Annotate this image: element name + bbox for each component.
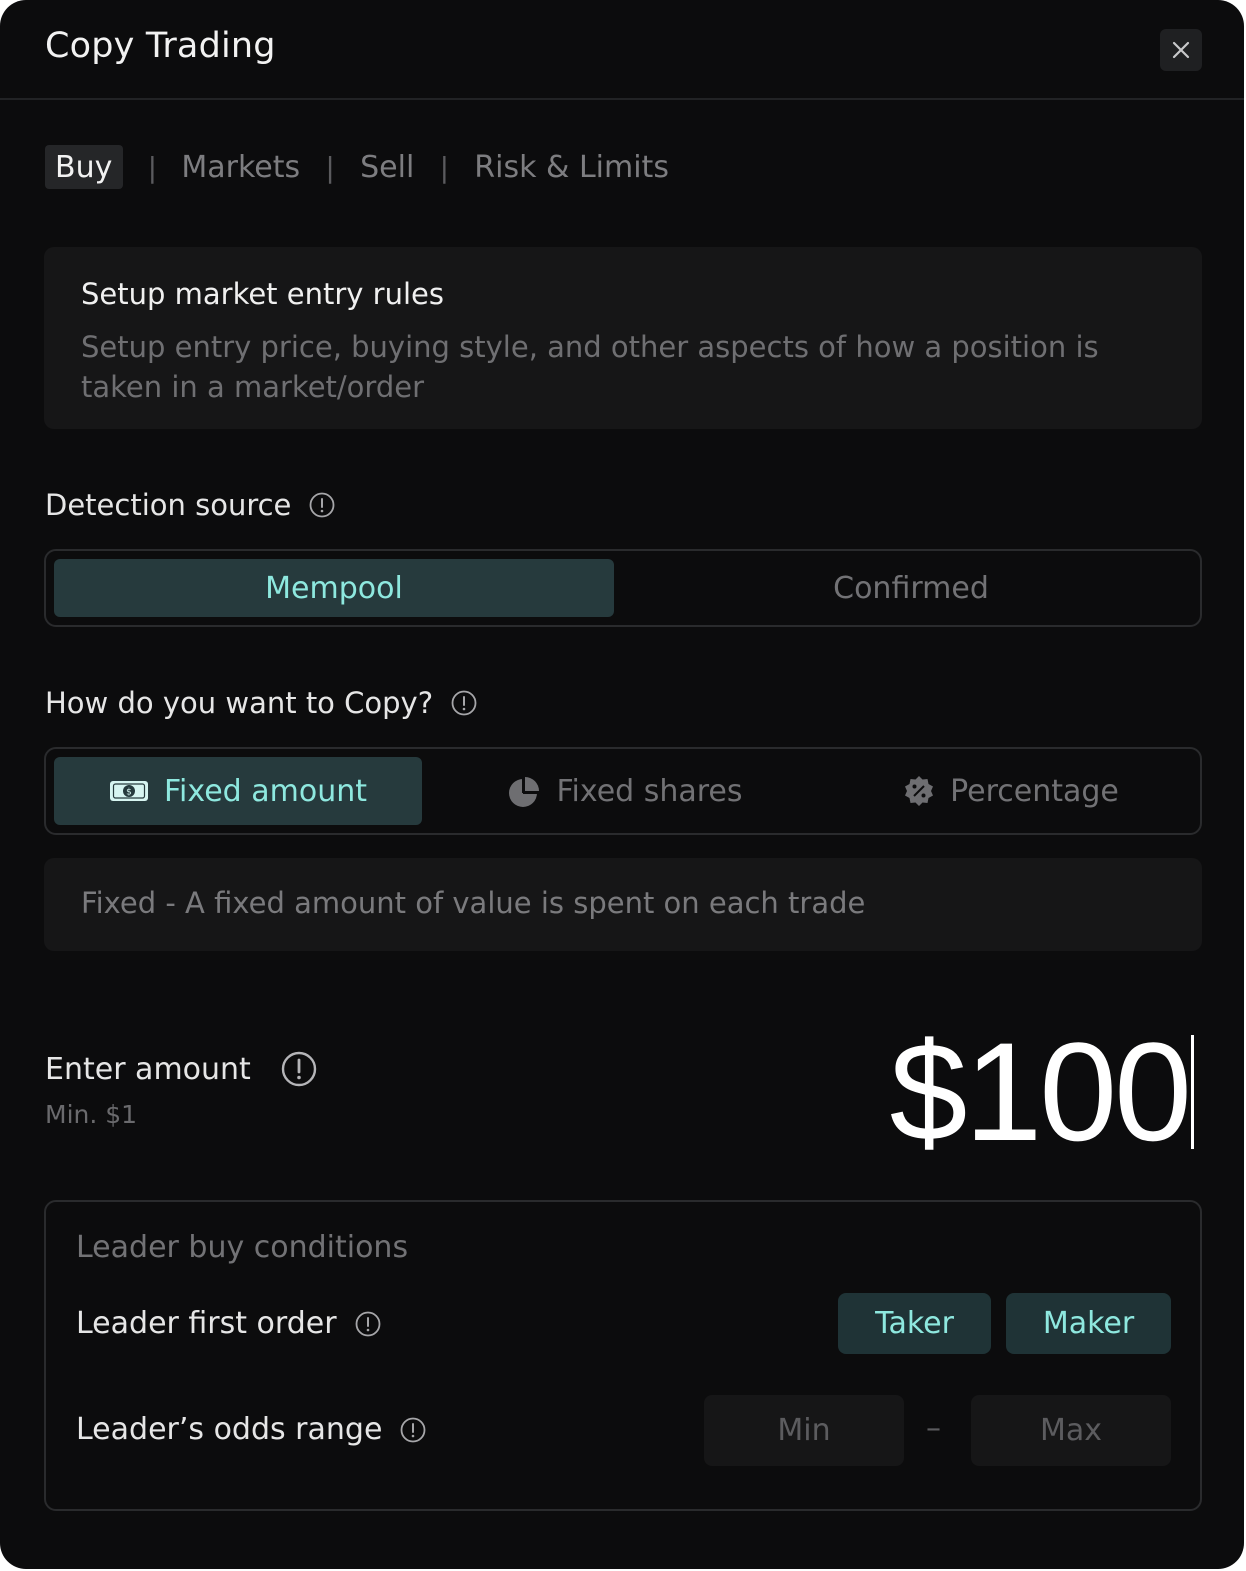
conditions-title: Leader buy conditions	[76, 1230, 409, 1265]
odds-max-input[interactable]: Max	[971, 1395, 1171, 1466]
mempool-option[interactable]: Mempool	[54, 559, 614, 617]
tab-risk-limits[interactable]: Risk & Limits	[474, 145, 669, 189]
confirmed-option[interactable]: Confirmed	[626, 559, 1196, 617]
tab-bar: Buy | Markets | Sell | Risk & Limits	[45, 145, 669, 189]
fixed-amount-option[interactable]: $ Fixed amount	[54, 757, 422, 825]
info-icon[interactable]	[281, 1051, 317, 1087]
tab-markets[interactable]: Markets	[181, 145, 300, 189]
info-icon[interactable]	[309, 492, 335, 518]
taker-button[interactable]: Taker	[838, 1293, 991, 1354]
leader-buy-conditions: Leader buy conditions Leader first order…	[44, 1200, 1202, 1511]
odds-min-input[interactable]: Min	[704, 1395, 904, 1466]
amount-input[interactable]: $100	[890, 1012, 1194, 1172]
pie-chart-icon	[509, 775, 541, 807]
text-caret	[1191, 1035, 1194, 1149]
percentage-option[interactable]: Percentage	[826, 757, 1196, 825]
percentage-label: Percentage	[950, 773, 1119, 809]
copy-mode-label-row: How do you want to Copy?	[45, 686, 477, 720]
detection-source-label: Detection source	[45, 488, 292, 522]
tab-separator: |	[325, 150, 335, 184]
copy-mode-hint-text: Fixed - A fixed amount of value is spent…	[81, 886, 866, 920]
info-card-title: Setup market entry rules	[81, 277, 444, 311]
close-button[interactable]	[1160, 29, 1202, 71]
cash-icon: $	[109, 779, 149, 803]
detection-source-toggle: Mempool Confirmed	[44, 549, 1202, 627]
tab-separator: |	[439, 150, 450, 184]
tab-separator: |	[147, 150, 158, 184]
detection-source-label-row: Detection source	[45, 488, 335, 522]
info-icon[interactable]	[451, 690, 477, 716]
fixed-shares-option[interactable]: Fixed shares	[436, 757, 816, 825]
amount-label-row: Enter amount	[45, 1051, 317, 1087]
amount-min-hint: Min. $1	[45, 1100, 138, 1129]
fixed-shares-label: Fixed shares	[556, 773, 743, 809]
info-icon[interactable]	[355, 1311, 381, 1337]
leader-odds-range-label: Leader’s odds range	[76, 1412, 383, 1447]
modal-header: Copy Trading	[0, 0, 1244, 100]
close-icon	[1171, 40, 1191, 60]
svg-text:$: $	[126, 788, 132, 798]
range-separator: –	[926, 1411, 941, 1446]
amount-label: Enter amount	[45, 1051, 251, 1087]
info-card-description: Setup entry price, buying style, and oth…	[81, 330, 1099, 404]
tab-sell[interactable]: Sell	[360, 145, 414, 189]
copy-mode-toggle: $ Fixed amount Fixed shares Percentage	[44, 747, 1202, 835]
tab-buy[interactable]: Buy	[45, 145, 124, 189]
copy-mode-label: How do you want to Copy?	[45, 686, 434, 720]
percent-badge-icon	[903, 775, 935, 807]
leader-first-order-row: Leader first order	[76, 1306, 381, 1341]
info-icon[interactable]	[400, 1417, 426, 1443]
copy-trading-modal: Copy Trading Buy | Markets | Sell | Risk…	[0, 0, 1244, 1569]
amount-value: $100	[889, 1013, 1192, 1170]
info-card: Setup market entry rules Setup entry pri…	[44, 247, 1202, 429]
modal-title: Copy Trading	[45, 26, 276, 66]
fixed-amount-label: Fixed amount	[163, 773, 368, 809]
leader-first-order-label: Leader first order	[76, 1306, 337, 1341]
leader-odds-range-row: Leader’s odds range	[76, 1412, 426, 1447]
maker-button[interactable]: Maker	[1006, 1293, 1171, 1354]
copy-mode-hint: Fixed - A fixed amount of value is spent…	[44, 858, 1202, 951]
